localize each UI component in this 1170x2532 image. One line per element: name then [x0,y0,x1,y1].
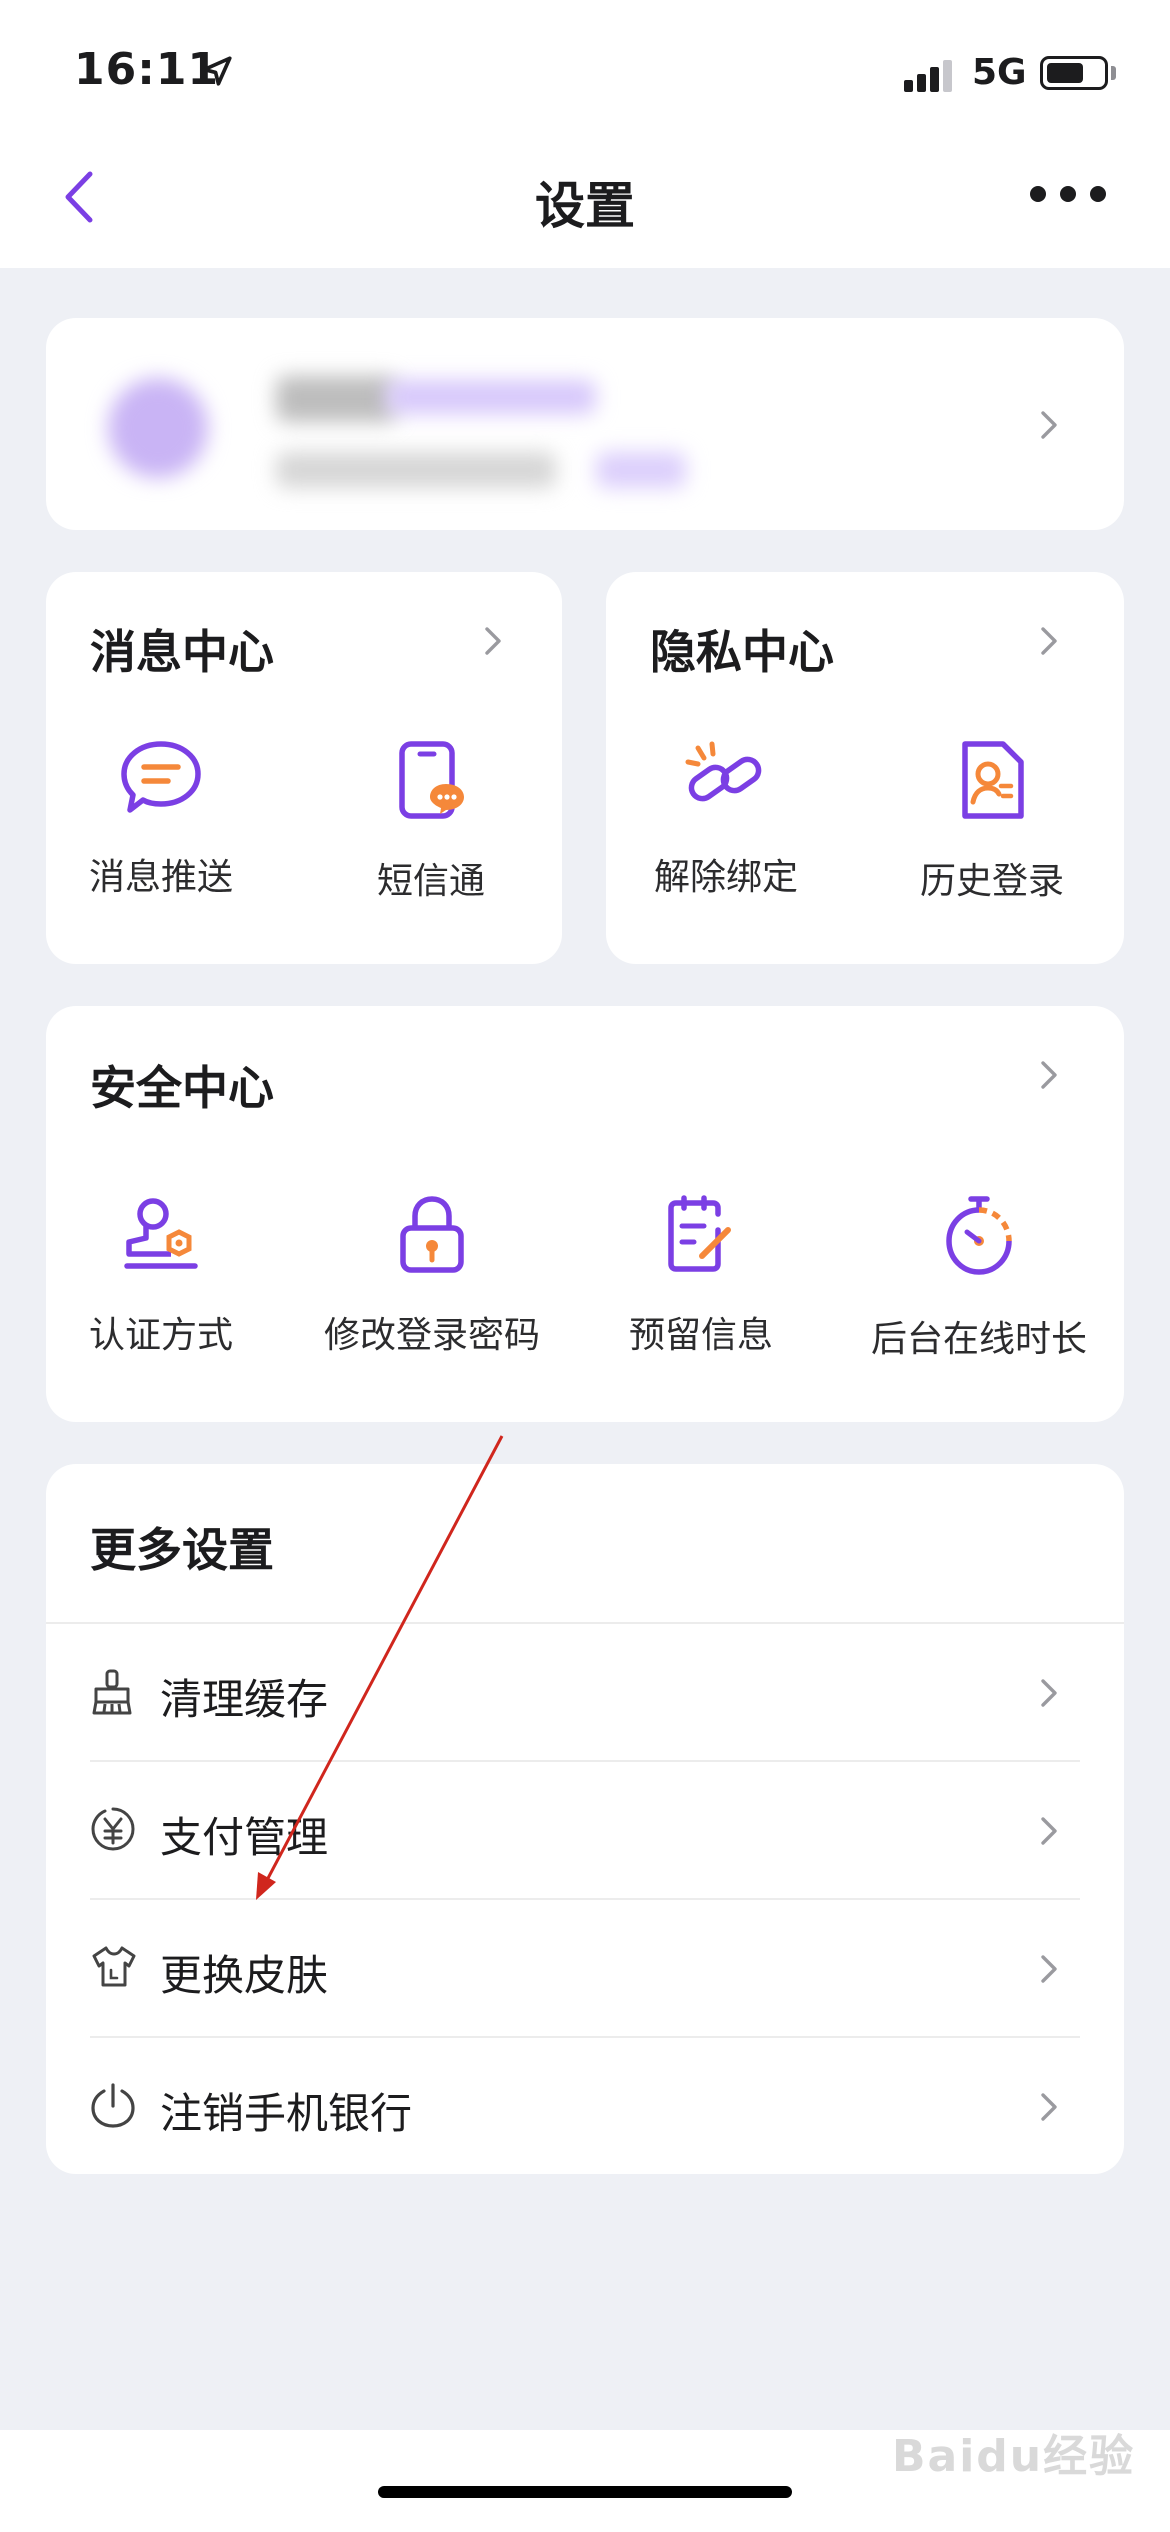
deregister-label: 注销手机银行 [160,2089,413,2138]
clear-cache-label: 清理缓存 [160,1675,329,1724]
status-time: 16:11 [74,44,220,95]
shirt-icon [92,1946,136,1987]
deregister-row[interactable]: 注销手机银行 [46,2038,1124,2176]
message-center-title: 消息中心 [90,625,274,679]
yuan-icon [91,1807,135,1851]
sms-label: 短信通 [376,861,485,902]
phone-message-icon [399,741,464,819]
chevron-right-icon [1041,1061,1057,1089]
message-push-item[interactable]: 消息推送 [76,740,246,900]
lock-icon [400,1196,464,1273]
watermark: Baidu经验 [892,2431,1136,2482]
login-history-label: 历史登录 [919,861,1064,902]
auth-method-label: 认证方式 [88,1315,233,1356]
payment-management-label: 支付管理 [160,1813,329,1862]
broken-link-icon [685,741,762,802]
reserved-info-label: 预留信息 [628,1315,773,1356]
chevron-right-icon [1041,2093,1057,2121]
signal-icon [904,60,952,92]
change-skin-label: 更换皮肤 [160,1951,329,2000]
profile-level-blurred [386,380,596,414]
login-history-item[interactable]: 历史登录 [902,740,1082,904]
reserved-info-item[interactable]: 预留信息 [606,1194,796,1358]
unbind-label: 解除绑定 [653,857,798,898]
online-duration-label: 后台在线时长 [870,1319,1087,1360]
battery-icon [1040,56,1108,90]
change-password-label: 修改登录密码 [323,1315,540,1356]
more-settings-card: 更多设置 清理缓存 支付管理 更换皮肤 注销手机银行 [46,1464,1124,2174]
more-options-button[interactable] [1030,186,1120,206]
payment-management-row[interactable]: 支付管理 [46,1762,1124,1900]
security-center-card[interactable]: 安全中心 认证方式 修改登录密码 预留信息 后台在线时长 [46,1006,1124,1422]
chevron-right-icon [1041,1955,1057,1983]
chevron-right-icon [1041,627,1057,655]
chevron-right-icon [1041,411,1057,439]
power-icon [91,2083,135,2128]
sms-item[interactable]: 短信通 [346,740,516,904]
edit-note-icon [668,1195,731,1272]
location-arrow-icon [202,56,232,86]
chevron-right-icon [1041,1679,1057,1707]
chat-bubble-icon [121,741,201,813]
profile-card[interactable] [46,318,1124,530]
profile-phone-blurred [276,452,556,488]
more-settings-title: 更多设置 [90,1523,274,1577]
privacy-center-title: 隐私中心 [650,625,834,679]
home-indicator[interactable] [378,2486,792,2498]
auth-method-item[interactable]: 认证方式 [66,1194,256,1358]
network-type: 5G [972,52,1027,93]
security-center-title: 安全中心 [90,1061,274,1115]
broom-icon [92,1669,132,1715]
privacy-center-card[interactable]: 隐私中心 解除绑定 历史登录 [606,572,1124,964]
stamp-icon [124,1198,198,1269]
online-duration-item[interactable]: 后台在线时长 [856,1194,1102,1362]
page-title: 设置 [535,177,635,235]
profile-name-blurred [276,376,396,422]
user-document-icon [962,741,1024,819]
avatar [108,378,208,478]
change-skin-row[interactable]: 更换皮肤 [46,1900,1124,2038]
profile-tag-blurred [596,452,686,488]
chevron-right-icon [1041,1817,1057,1845]
unbind-item[interactable]: 解除绑定 [636,740,816,900]
battery-tip [1111,66,1116,80]
clear-cache-row[interactable]: 清理缓存 [46,1624,1124,1762]
change-password-item[interactable]: 修改登录密码 [312,1194,552,1358]
top-bar: 16:11 5G 设置 [0,0,1170,268]
chevron-right-icon [485,627,501,655]
message-center-card[interactable]: 消息中心 消息推送 短信通 [46,572,562,964]
message-push-label: 消息推送 [88,857,233,898]
stopwatch-icon [946,1196,1012,1275]
